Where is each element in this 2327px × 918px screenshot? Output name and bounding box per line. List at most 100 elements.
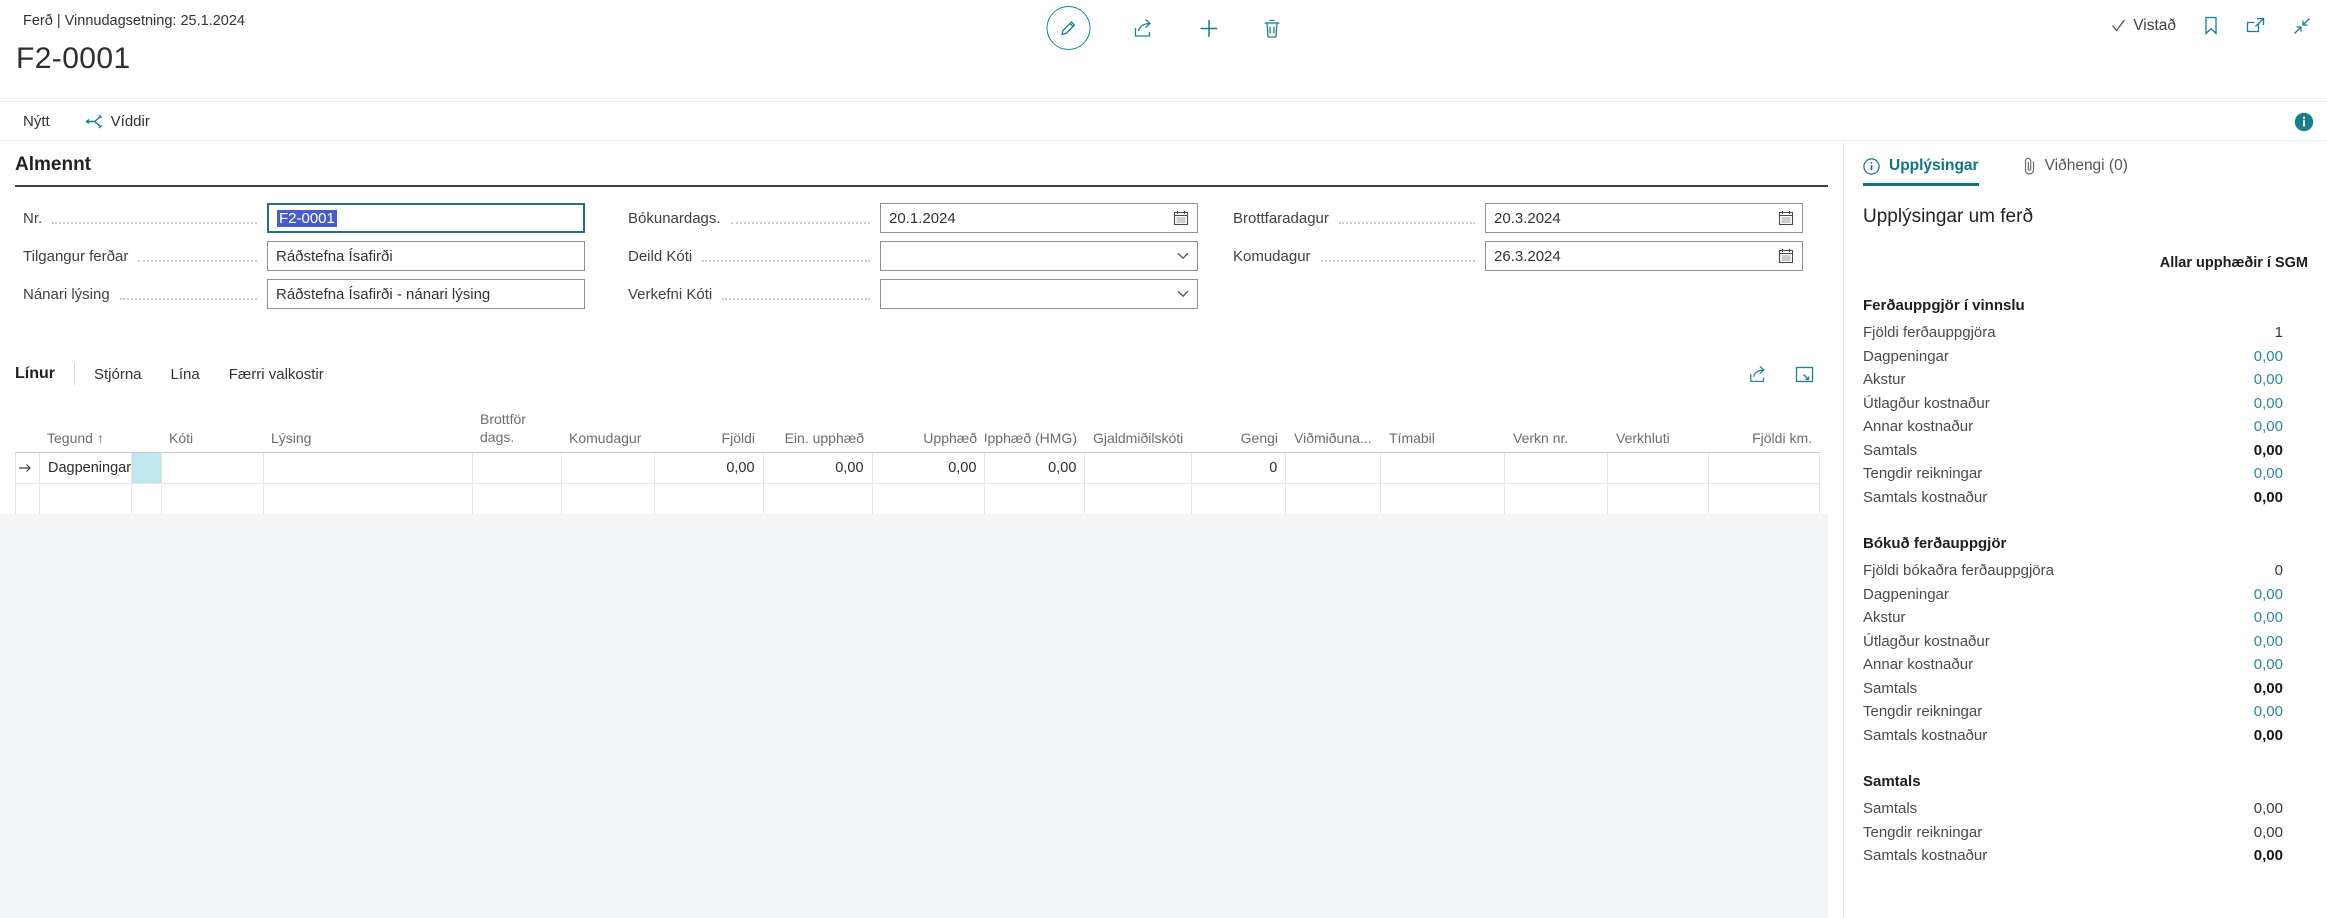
- nr-input[interactable]: F2-0001: [267, 203, 585, 233]
- lines-share-button[interactable]: [1748, 365, 1769, 384]
- cell-gengi[interactable]: [1192, 484, 1286, 515]
- cell-indicator[interactable]: [132, 453, 162, 484]
- purpose-input[interactable]: Ráðstefna Ísafirði: [267, 241, 585, 271]
- edit-button[interactable]: [1046, 6, 1090, 50]
- tab-upplysingar[interactable]: Upplýsingar: [1863, 157, 1979, 186]
- delete-button[interactable]: [1262, 18, 1281, 39]
- cell-fjoldi[interactable]: [655, 484, 764, 515]
- column-header-upphaed-hmg[interactable]: Upphæð (HMG): [985, 398, 1085, 452]
- cell-timabil[interactable]: [1381, 453, 1505, 484]
- cell-koti[interactable]: [162, 484, 264, 515]
- column-header-komudagur[interactable]: Komudagur: [561, 398, 654, 452]
- cell-upphaed[interactable]: [873, 484, 986, 515]
- cell-komudagur[interactable]: [562, 484, 655, 515]
- general-heading[interactable]: Almennt: [15, 154, 1828, 187]
- cell-timabil[interactable]: [1381, 484, 1505, 515]
- column-header-vidmiduna[interactable]: Viðmiðuna...: [1286, 398, 1381, 452]
- cell-brottfor-dags[interactable]: [473, 453, 562, 484]
- share-button[interactable]: [1132, 18, 1155, 39]
- calendar-icon[interactable]: [1778, 210, 1794, 226]
- trash-icon: [1262, 18, 1281, 39]
- lines-focus-mode-button[interactable]: [1795, 366, 1814, 383]
- cell-verkhluti[interactable]: [1608, 453, 1709, 484]
- column-header-tegund[interactable]: Tegund ↑: [39, 398, 131, 452]
- fact-row: Samtals kostnaður 0,00: [1863, 724, 2308, 748]
- grid-row-2[interactable]: [15, 484, 1820, 515]
- project-input[interactable]: [880, 279, 1198, 309]
- departure-input[interactable]: 20.3.2024: [1485, 203, 1803, 233]
- bookmark-button[interactable]: [2204, 16, 2218, 35]
- fact-value-link[interactable]: 0,00: [2254, 348, 2308, 365]
- cell-verkhluti[interactable]: [1608, 484, 1709, 515]
- column-header-timabil[interactable]: Tímabil: [1381, 398, 1505, 452]
- column-header-fjoldi-km[interactable]: Fjöldi km.: [1709, 398, 1820, 452]
- menu-new[interactable]: Nýtt: [23, 113, 50, 130]
- cell-indicator[interactable]: [132, 484, 162, 515]
- cell-verkn-nr[interactable]: [1505, 484, 1608, 515]
- column-header-brottfor-dags[interactable]: Brottför dags.: [472, 398, 561, 452]
- fact-value-link[interactable]: 0,00: [2254, 656, 2308, 673]
- lines-menu-line[interactable]: Lína: [171, 366, 200, 383]
- column-header-lysing[interactable]: Lýsing: [263, 398, 472, 452]
- cell-fjoldi-km[interactable]: [1709, 453, 1820, 484]
- cell-komudagur[interactable]: [562, 453, 655, 484]
- column-header-gengi[interactable]: Gengi: [1192, 398, 1286, 452]
- fact-value-link[interactable]: 0,00: [2254, 418, 2308, 435]
- lines-menu-manage[interactable]: Stjórna: [94, 366, 142, 383]
- calendar-icon[interactable]: [1778, 248, 1794, 264]
- chevron-down-icon[interactable]: [1177, 290, 1189, 298]
- column-header-koti[interactable]: Kóti: [161, 398, 263, 452]
- collapse-button[interactable]: [2293, 17, 2311, 35]
- info-button[interactable]: [2294, 112, 2314, 132]
- cell-ein-upphaed[interactable]: [764, 484, 873, 515]
- cell-vidmiduna[interactable]: [1286, 453, 1381, 484]
- cell-tegund[interactable]: [40, 484, 132, 515]
- fact-value-link[interactable]: 0,00: [2254, 465, 2308, 482]
- posting-date-input[interactable]: 20.1.2024: [880, 203, 1198, 233]
- column-header-gjaldmidilskoti[interactable]: Gjaldmiðilskóti: [1085, 398, 1192, 452]
- cell-upphaed[interactable]: 0,00: [873, 453, 986, 484]
- cell-upphaed-hmg[interactable]: 0,00: [985, 453, 1085, 484]
- new-button[interactable]: [1197, 17, 1220, 40]
- cell-ein-upphaed[interactable]: 0,00: [764, 453, 873, 484]
- cell-lysing[interactable]: [264, 453, 473, 484]
- open-in-new-window-button[interactable]: [2246, 17, 2265, 34]
- cell-koti[interactable]: [162, 453, 264, 484]
- arrival-input[interactable]: 26.3.2024: [1485, 241, 1803, 271]
- row-marker-cell: [16, 453, 40, 484]
- cell-gjaldmidilskoti[interactable]: [1085, 484, 1192, 515]
- cell-lysing[interactable]: [264, 484, 473, 515]
- lines-heading[interactable]: Línur: [15, 365, 55, 383]
- cell-gjaldmidilskoti[interactable]: [1085, 453, 1192, 484]
- cell-gengi[interactable]: 0: [1192, 453, 1286, 484]
- fact-value-link[interactable]: 0,00: [2254, 371, 2308, 388]
- column-header-verkn-nr[interactable]: Verkn nr.: [1505, 398, 1608, 452]
- fact-value-link[interactable]: 0,00: [2254, 586, 2308, 603]
- grid-row-1[interactable]: Dagpeningar 0,00 0,00 0,00 0,00 0: [15, 453, 1820, 484]
- tab-vidhengi[interactable]: Viðhengi (0): [2023, 157, 2128, 186]
- fact-value-link[interactable]: 0,00: [2254, 395, 2308, 412]
- cell-vidmiduna[interactable]: [1286, 484, 1381, 515]
- column-header-verkhluti[interactable]: Verkhluti: [1608, 398, 1709, 452]
- cell-tegund[interactable]: Dagpeningar: [40, 453, 132, 484]
- department-input[interactable]: [880, 241, 1198, 271]
- chevron-down-icon[interactable]: [1177, 252, 1189, 260]
- description-input[interactable]: Ráðstefna Ísafirði - nánari lýsing: [267, 279, 585, 309]
- fact-value-link[interactable]: 0,00: [2254, 609, 2308, 626]
- column-header-upphaed[interactable]: Upphæð: [872, 398, 985, 452]
- cell-verkn-nr[interactable]: [1505, 453, 1608, 484]
- dotted-leader: [722, 298, 870, 300]
- calendar-icon[interactable]: [1173, 210, 1189, 226]
- column-header-ein-upphaed[interactable]: Ein. upphæð: [763, 398, 872, 452]
- column-header-fjoldi[interactable]: Fjöldi: [654, 398, 763, 452]
- cell-fjoldi-km[interactable]: [1709, 484, 1820, 515]
- dotted-leader: [52, 222, 257, 224]
- fact-value-link[interactable]: 0,00: [2254, 633, 2308, 650]
- fact-value-link[interactable]: 0,00: [2254, 703, 2308, 720]
- menu-dimensions[interactable]: Víddir: [84, 113, 150, 130]
- cell-fjoldi[interactable]: 0,00: [655, 453, 764, 484]
- info-circle-icon: [2294, 112, 2314, 132]
- lines-menu-fewer-options[interactable]: Færri valkostir: [229, 366, 324, 383]
- cell-brottfor-dags[interactable]: [473, 484, 562, 515]
- cell-upphaed-hmg[interactable]: [985, 484, 1085, 515]
